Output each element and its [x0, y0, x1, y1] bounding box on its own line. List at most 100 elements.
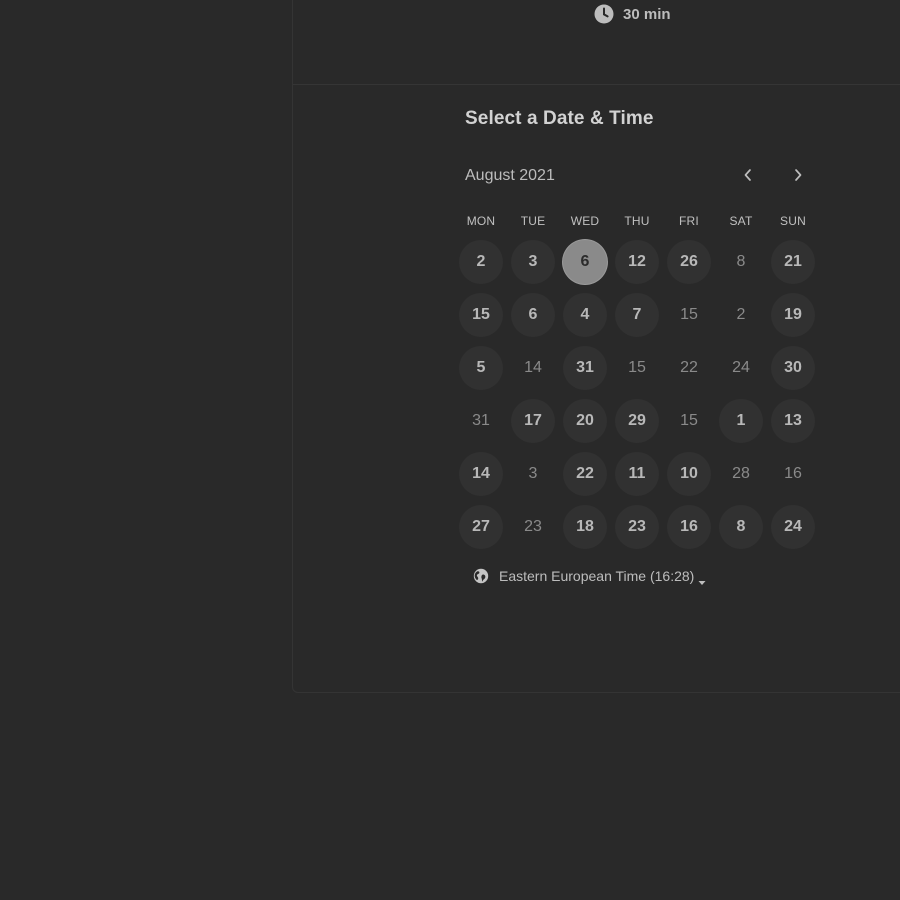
- calendar-cell: 22: [663, 341, 715, 394]
- timezone-selector[interactable]: Eastern European Time (16:28): [473, 568, 706, 585]
- scheduling-page: 30 min Select a Date & Time August 2021: [0, 0, 900, 900]
- available-date-button[interactable]: 10: [667, 451, 711, 496]
- globe-icon: [473, 568, 489, 584]
- weekday-tue: TUE: [520, 214, 546, 228]
- unavailable-date: 3: [528, 464, 538, 482]
- available-date-button[interactable]: 26: [667, 239, 711, 284]
- available-date-button[interactable]: 12: [615, 239, 659, 284]
- calendar-cell: 22: [559, 447, 611, 500]
- calendar-cell: 26: [663, 235, 715, 288]
- event-header: 30 min: [293, 0, 900, 85]
- caret-down-icon: [698, 573, 706, 585]
- available-date-button[interactable]: 27: [459, 504, 503, 549]
- calendar-cell: 23: [507, 500, 559, 553]
- available-date-button[interactable]: 19: [771, 292, 815, 337]
- next-month-button[interactable]: [784, 162, 812, 190]
- calendar-cell: 15: [455, 288, 507, 341]
- available-date-button[interactable]: 24: [771, 504, 815, 549]
- calendar-cell: 14: [507, 341, 559, 394]
- calendar-cell: 27: [455, 500, 507, 553]
- unavailable-date: 15: [628, 358, 646, 376]
- calendar-cell: 8: [715, 235, 767, 288]
- available-date-button[interactable]: 18: [563, 504, 607, 549]
- calendar-cell: 16: [663, 500, 715, 553]
- calendar-cell: 31: [559, 341, 611, 394]
- weekday-wed: WED: [570, 214, 600, 228]
- calendar-cell: 4: [559, 288, 611, 341]
- date-time-picker: Select a Date & Time August 2021 MON TUE…: [459, 108, 825, 585]
- clock-icon: [594, 4, 614, 24]
- calendar-cell: 10: [663, 447, 715, 500]
- calendar-cell: 5: [455, 341, 507, 394]
- event-duration: 30 min: [594, 4, 671, 24]
- available-date-button[interactable]: 31: [563, 345, 607, 390]
- weekday-sun: SUN: [780, 214, 806, 228]
- unavailable-date: 16: [784, 464, 802, 482]
- available-date-button[interactable]: 1: [719, 398, 763, 443]
- available-date-button[interactable]: 20: [563, 398, 607, 443]
- current-month: August 2021: [465, 167, 555, 184]
- booking-card: 30 min Select a Date & Time August 2021: [292, 0, 900, 693]
- calendar-cell: 14: [455, 447, 507, 500]
- calendar-cell: 15: [663, 394, 715, 447]
- calendar-cell: 6: [559, 235, 611, 288]
- calendar-cell: 30: [767, 341, 819, 394]
- calendar-cell: 3: [507, 235, 559, 288]
- calendar-cell: 3: [507, 447, 559, 500]
- available-date-button[interactable]: 21: [771, 239, 815, 284]
- unavailable-date: 22: [680, 358, 698, 376]
- calendar-cell: 2: [455, 235, 507, 288]
- calendar-cell: 24: [767, 500, 819, 553]
- calendar-grid: 2 3 6 12 26 8 21 15 6 4 7 15 2 19 5 14 31 15 22 24 30 31 17 20 2…: [455, 235, 819, 553]
- unavailable-date: 15: [680, 411, 698, 429]
- unavailable-date: 23: [524, 517, 542, 535]
- available-date-button[interactable]: 15: [459, 292, 503, 337]
- available-date-button[interactable]: 7: [615, 292, 659, 337]
- weekday-thu: THU: [624, 214, 650, 228]
- calendar-cell: 12: [611, 235, 663, 288]
- available-date-button[interactable]: 5: [459, 345, 503, 390]
- timezone-label: Eastern European Time (16:28): [499, 568, 695, 584]
- calendar-cell: 11: [611, 447, 663, 500]
- calendar-cell: 8: [715, 500, 767, 553]
- available-date-button[interactable]: 14: [459, 451, 503, 496]
- calendar-cell: 18: [559, 500, 611, 553]
- available-date-button[interactable]: 30: [771, 345, 815, 390]
- calendar-cell: 21: [767, 235, 819, 288]
- calendar-cell: 7: [611, 288, 663, 341]
- selected-date-button[interactable]: 6: [563, 239, 607, 284]
- calendar-cell: 17: [507, 394, 559, 447]
- calendar-cell: 24: [715, 341, 767, 394]
- calendar-cell: 16: [767, 447, 819, 500]
- available-date-button[interactable]: 8: [719, 504, 763, 549]
- calendar-cell: 19: [767, 288, 819, 341]
- calendar-cell: 2: [715, 288, 767, 341]
- unavailable-date: 31: [472, 411, 490, 429]
- previous-month-button[interactable]: [734, 162, 762, 190]
- calendar-cell: 20: [559, 394, 611, 447]
- unavailable-date: 2: [736, 305, 746, 323]
- available-date-button[interactable]: 2: [459, 239, 503, 284]
- calendar-cell: 23: [611, 500, 663, 553]
- available-date-button[interactable]: 22: [563, 451, 607, 496]
- available-date-button[interactable]: 11: [615, 451, 659, 496]
- calendar-cell: 13: [767, 394, 819, 447]
- calendar-cell: 15: [611, 341, 663, 394]
- calendar-cell: 6: [507, 288, 559, 341]
- available-date-button[interactable]: 16: [667, 504, 711, 549]
- weekday-header: MON TUE WED THU FRI SAT SUN: [455, 214, 819, 228]
- available-date-button[interactable]: 13: [771, 398, 815, 443]
- available-date-button[interactable]: 23: [615, 504, 659, 549]
- chevron-left-icon: [743, 168, 753, 185]
- calendar-cell: 29: [611, 394, 663, 447]
- unavailable-date: 24: [732, 358, 750, 376]
- calendar-cell: 28: [715, 447, 767, 500]
- available-date-button[interactable]: 17: [511, 398, 555, 443]
- unavailable-date: 28: [732, 464, 750, 482]
- calendar-cell: 15: [663, 288, 715, 341]
- duration-label: 30 min: [623, 5, 671, 23]
- available-date-button[interactable]: 4: [563, 292, 607, 337]
- available-date-button[interactable]: 29: [615, 398, 659, 443]
- available-date-button[interactable]: 6: [511, 292, 555, 337]
- available-date-button[interactable]: 3: [511, 239, 555, 284]
